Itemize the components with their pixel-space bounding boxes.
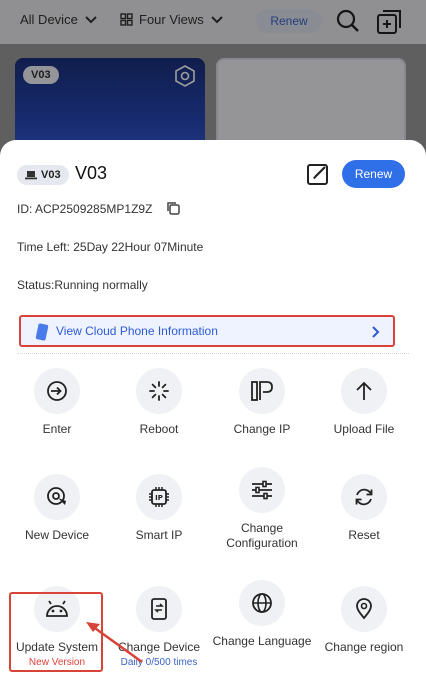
action-label: Enter (42, 422, 72, 436)
device-chip-label: V03 (41, 169, 61, 181)
time-left: Time Left: 25Day 22Hour 07Minute (17, 240, 204, 254)
action-label: Change IP (233, 422, 291, 436)
action-label: Change Language (212, 634, 312, 648)
action-label: Smart IP (135, 528, 183, 542)
action-label: Upload File (333, 422, 395, 436)
chip-icon: IP (149, 487, 169, 507)
phone-swap-icon (151, 598, 167, 620)
action-reset[interactable]: Reset (314, 474, 414, 543)
action-label: Change Configuration (226, 521, 298, 550)
device-chip: V03 (17, 165, 69, 185)
edit-icon[interactable] (305, 161, 331, 187)
enter-icon (47, 381, 67, 401)
reboot-icon (149, 381, 169, 401)
location-icon (356, 598, 372, 620)
ip-icon (251, 381, 273, 401)
cloud-info-label: View Cloud Phone Information (56, 324, 218, 338)
action-enter[interactable]: Enter (7, 368, 107, 437)
upload-icon (356, 381, 372, 400)
device-name: V03 (75, 163, 108, 183)
copy-icon[interactable] (165, 200, 181, 216)
action-label: Reset (348, 528, 380, 542)
renew-button[interactable]: Renew (342, 160, 405, 188)
action-label: Reboot (139, 422, 179, 436)
action-upload-file[interactable]: Upload File (314, 368, 414, 437)
sliders-icon (252, 480, 272, 500)
action-smart-ip[interactable]: IP Smart IP (109, 474, 209, 543)
svg-text:IP: IP (155, 494, 163, 502)
action-change-region[interactable]: Change region (314, 586, 414, 655)
action-change-ip[interactable]: Change IP (212, 368, 312, 437)
chevron-right-icon (372, 326, 380, 338)
divider (17, 353, 409, 354)
view-cloud-phone-info-button[interactable]: View Cloud Phone Information (19, 315, 395, 347)
laptop-icon (25, 171, 37, 180)
device-status: Status:Running normally (17, 278, 148, 292)
action-label: Change region (324, 640, 404, 654)
action-change-configuration[interactable]: Change Configuration (212, 467, 312, 551)
globe-icon (252, 593, 272, 613)
action-change-language[interactable]: Change Language (212, 580, 312, 649)
action-new-device[interactable]: New Device (7, 474, 107, 543)
annotation-arrow (86, 622, 143, 664)
device-id: ID: ACP2509285MP1Z9Z (17, 202, 153, 216)
device-detail-sheet: V03 V03 Renew ID: ACP2509285MP1Z9Z Time … (0, 140, 426, 685)
phone-icon (35, 323, 49, 341)
reset-icon (355, 488, 373, 506)
action-label: New Device (24, 528, 90, 542)
action-reboot[interactable]: Reboot (109, 368, 209, 437)
new-device-icon (47, 487, 66, 505)
